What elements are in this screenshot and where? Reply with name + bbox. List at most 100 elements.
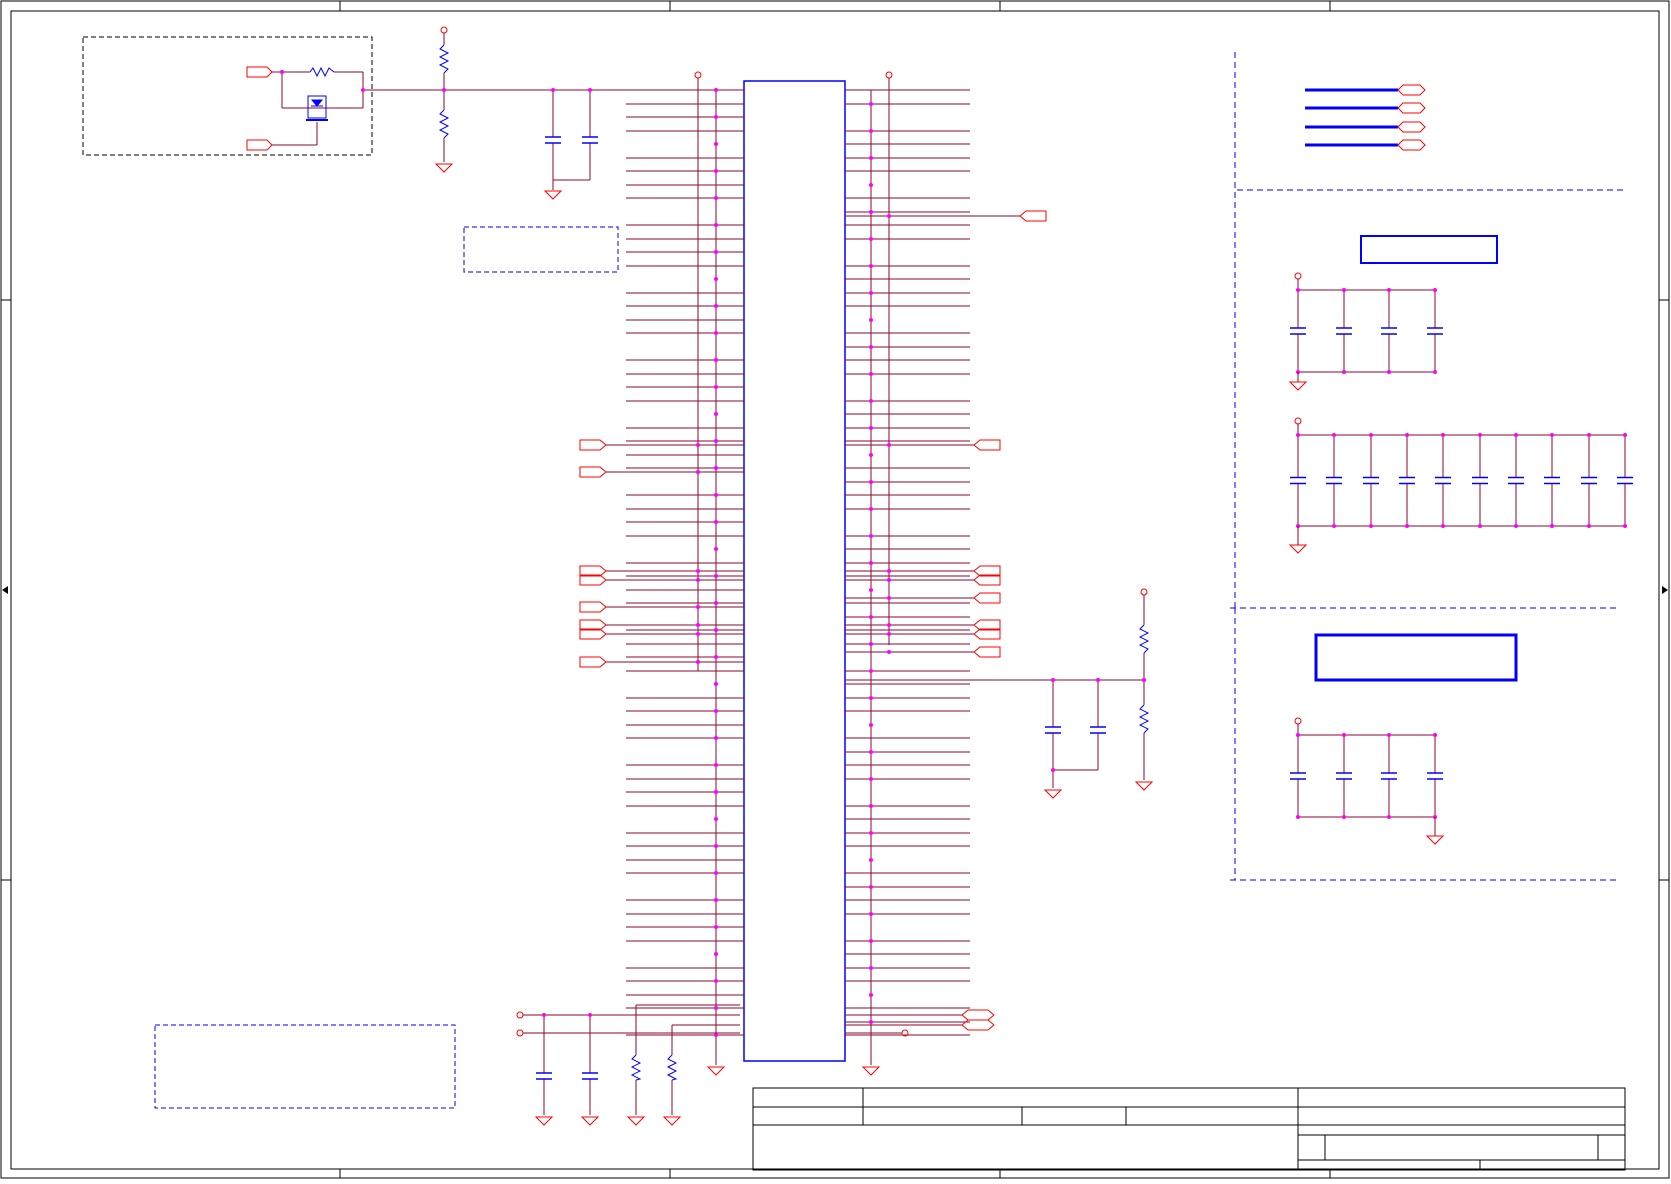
junction: [887, 214, 891, 218]
junction: [714, 223, 718, 227]
junction: [869, 885, 873, 889]
junction: [869, 588, 873, 592]
net-flag-out-1: [1397, 84, 1426, 96]
junction: [869, 318, 873, 322]
junction: [869, 183, 873, 187]
output-nets-panel: [1305, 84, 1426, 151]
junction: [696, 578, 700, 582]
junction: [869, 615, 873, 619]
net-flag-right: [973, 646, 1001, 658]
note-box-2: [154, 1024, 456, 1109]
junction: [1296, 288, 1300, 292]
ground-symbol: [580, 1116, 600, 1126]
resistor-symbol: [438, 44, 450, 74]
junction: [869, 534, 873, 538]
net-flag-out-2: [1397, 102, 1426, 114]
power-pin: [885, 71, 893, 79]
net-flag-out-3: [1397, 121, 1426, 133]
panel-title-box-1: [1360, 235, 1498, 264]
junction: [714, 601, 718, 605]
junction: [869, 129, 873, 133]
ground-symbol: [543, 190, 563, 200]
junction: [714, 871, 718, 875]
junction: [869, 1020, 873, 1024]
junction: [1433, 288, 1437, 292]
net-flag-diff: [961, 1019, 995, 1031]
junction: [869, 264, 873, 268]
junction: [1478, 524, 1482, 528]
junction: [869, 372, 873, 376]
junction: [869, 561, 873, 565]
junction: [714, 358, 718, 362]
junction: [714, 169, 718, 173]
junction: [714, 628, 718, 632]
junction: [714, 196, 718, 200]
ground-symbol: [1425, 835, 1445, 845]
ground-symbol: [706, 1066, 726, 1076]
junction: [714, 790, 718, 794]
junction: [714, 439, 718, 443]
junction: [869, 831, 873, 835]
net-flag-right: [973, 439, 1001, 451]
resistor-symbol: [438, 109, 450, 139]
resistor-symbol: [309, 66, 335, 78]
junction: [696, 623, 700, 627]
junction: [280, 70, 284, 74]
junction: [1296, 733, 1300, 737]
ground-symbol: [534, 1116, 554, 1126]
power-pin: [694, 71, 702, 79]
junction: [887, 632, 891, 636]
power-pin: [440, 26, 448, 34]
junction: [1342, 370, 1346, 374]
junction: [1441, 524, 1445, 528]
junction: [696, 632, 700, 636]
junction: [869, 723, 873, 727]
junction: [696, 569, 700, 573]
right-panel-dividers: [1230, 52, 1625, 881]
net-flag-right: [973, 592, 1001, 604]
note-box-1: [463, 226, 619, 273]
junction: [714, 844, 718, 848]
junction: [1514, 433, 1518, 437]
schematic-canvas: [0, 0, 1670, 1179]
junction: [714, 1033, 718, 1037]
ground-symbol: [861, 1066, 881, 1076]
junction: [869, 669, 873, 673]
junction: [714, 979, 718, 983]
net-flag-left: [579, 466, 607, 478]
junction: [1387, 815, 1391, 819]
ground-symbol: [662, 1116, 682, 1126]
decoupling-caps: [1288, 272, 1633, 845]
junction: [714, 493, 718, 497]
junction: [1387, 733, 1391, 737]
junction: [714, 655, 718, 659]
junction: [869, 912, 873, 916]
junction: [696, 605, 700, 609]
junction: [887, 578, 891, 582]
resistor-symbol: [1138, 704, 1150, 734]
junction: [714, 250, 718, 254]
junction: [1296, 815, 1300, 819]
ground-symbol: [434, 163, 454, 173]
junction: [1550, 433, 1554, 437]
net-flag-diff: [961, 1009, 995, 1021]
net-flag-left: [579, 656, 607, 668]
protection-circuit-block: [82, 36, 740, 156]
schematic-sheet: [0, 0, 1671, 1180]
junction: [714, 385, 718, 389]
junction: [714, 574, 718, 578]
junction: [714, 304, 718, 308]
junction: [1514, 524, 1518, 528]
junction: [714, 898, 718, 902]
bottom-components: [516, 1004, 740, 1126]
sheet-frame: [0, 0, 1670, 1179]
junction: [714, 763, 718, 767]
junction: [869, 777, 873, 781]
junction: [714, 466, 718, 470]
junction: [1342, 733, 1346, 737]
ground-symbol: [1134, 781, 1154, 791]
junction: [714, 682, 718, 686]
junction: [869, 453, 873, 457]
junction: [1405, 433, 1409, 437]
junction: [1587, 433, 1591, 437]
